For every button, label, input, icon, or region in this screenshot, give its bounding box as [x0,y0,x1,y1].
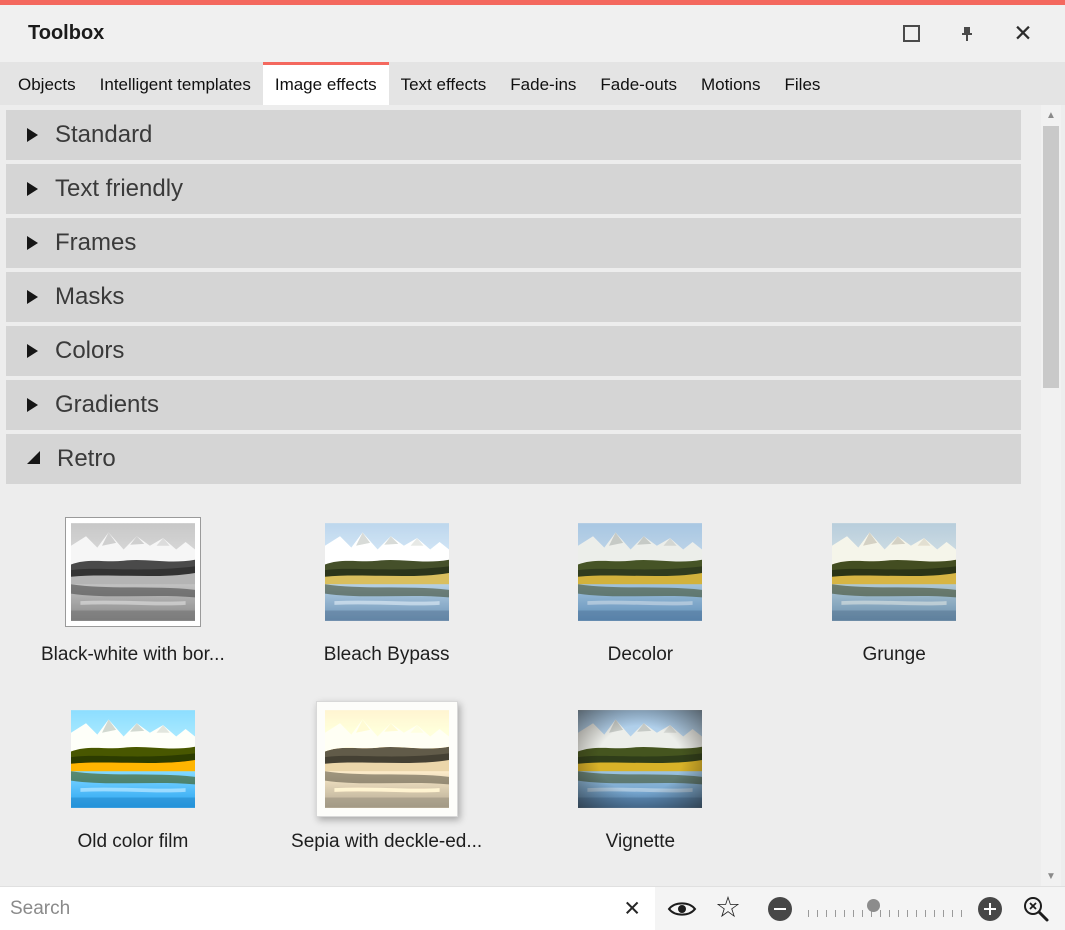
section-label: Colors [55,337,124,365]
close-button[interactable]: ✕ [995,13,1051,55]
section-label: Gradients [55,391,159,419]
chevron-right-icon [27,128,38,142]
section-retro[interactable]: Retro [6,434,1021,484]
effect-name: Sepia with deckle-ed... [260,831,514,854]
section-standard[interactable]: Standard [6,110,1021,160]
preview-eye-button[interactable] [667,898,697,920]
effect-tile-old-color-film[interactable]: Old color film [6,701,260,854]
section-label: Retro [57,445,116,473]
maximize-button[interactable] [883,13,939,55]
eye-icon [667,898,697,920]
effect-name: Bleach Bypass [260,644,514,667]
chevron-right-icon [27,236,38,250]
maximize-icon [903,25,920,42]
chevron-right-icon [27,398,38,412]
chevron-expanded-icon [27,451,40,464]
reset-zoom-button[interactable] [1022,895,1050,923]
tab-fade-outs[interactable]: Fade-outs [588,62,689,105]
effect-tile-decolor[interactable]: Decolor [514,514,768,667]
bottom-toolbar: ✕ ☆ [0,886,1065,930]
close-icon: ✕ [1013,22,1032,45]
effect-thumbnail [514,701,768,817]
effect-thumbnail [260,701,514,817]
section-list: Standard Text friendly Frames Masks Colo… [0,105,1021,484]
window-title: Toolbox [28,22,104,45]
favorites-star-icon[interactable]: ☆ [715,894,741,923]
thumbnail-size-slider[interactable] [808,898,964,920]
scrollbar-thumb[interactable] [1043,126,1059,388]
tab-text-effects[interactable]: Text effects [389,62,499,105]
effects-grid: Black-white with bor... Bleach Bypass De… [6,488,1021,854]
section-label: Text friendly [55,175,183,203]
pin-button[interactable] [939,13,995,55]
effect-thumbnail [6,701,260,817]
section-label: Standard [55,121,152,149]
content-area: Standard Text friendly Frames Masks Colo… [0,105,1065,886]
tab-objects[interactable]: Objects [6,62,88,105]
effect-name: Grunge [767,644,1021,667]
magnifier-x-icon [1022,895,1050,923]
chevron-right-icon [27,290,38,304]
titlebar: Toolbox ✕ [0,5,1065,62]
section-label: Frames [55,229,136,257]
window-controls: ✕ [883,13,1065,55]
clear-search-icon[interactable]: ✕ [623,898,641,919]
tab-image-effects[interactable]: Image effects [263,62,389,105]
search-box: ✕ [0,887,655,930]
zoom-out-button[interactable] [768,897,792,921]
effect-thumbnail [6,514,260,630]
pin-icon [959,26,975,42]
effect-tile-grunge[interactable]: Grunge [767,514,1021,667]
effect-name: Old color film [6,831,260,854]
section-frames[interactable]: Frames [6,218,1021,268]
section-label: Masks [55,283,124,311]
scroll-down-icon[interactable]: ▼ [1041,866,1061,886]
scroll-up-icon[interactable]: ▲ [1041,105,1061,125]
effect-tile-bleach-bypass[interactable]: Bleach Bypass [260,514,514,667]
effect-thumbnail [514,514,768,630]
slider-thumb[interactable] [867,899,880,912]
section-text-friendly[interactable]: Text friendly [6,164,1021,214]
effect-tile-vignette[interactable]: Vignette [514,701,768,854]
section-masks[interactable]: Masks [6,272,1021,322]
slider-ticks [808,910,964,917]
tab-fade-ins[interactable]: Fade-ins [498,62,588,105]
effect-tile-black-white-border[interactable]: Black-white with bor... [6,514,260,667]
effect-name: Vignette [514,831,768,854]
bottom-toolbar-icons: ☆ [655,894,1050,923]
section-gradients[interactable]: Gradients [6,380,1021,430]
tab-intelligent-templates[interactable]: Intelligent templates [88,62,263,105]
effect-tile-sepia-deckle-edge[interactable]: Sepia with deckle-ed... [260,701,514,854]
tab-files[interactable]: Files [773,62,833,105]
effect-name: Black-white with bor... [6,644,260,667]
chevron-right-icon [27,182,38,196]
effect-name: Decolor [514,644,768,667]
tabbar: Objects Intelligent templates Image effe… [0,62,1065,105]
effect-thumbnail [260,514,514,630]
zoom-in-button[interactable] [978,897,1002,921]
search-input[interactable] [0,887,655,930]
effect-thumbnail [767,514,1021,630]
chevron-right-icon [27,344,38,358]
section-colors[interactable]: Colors [6,326,1021,376]
tab-motions[interactable]: Motions [689,62,773,105]
vertical-scrollbar[interactable]: ▲ ▼ [1041,105,1061,886]
